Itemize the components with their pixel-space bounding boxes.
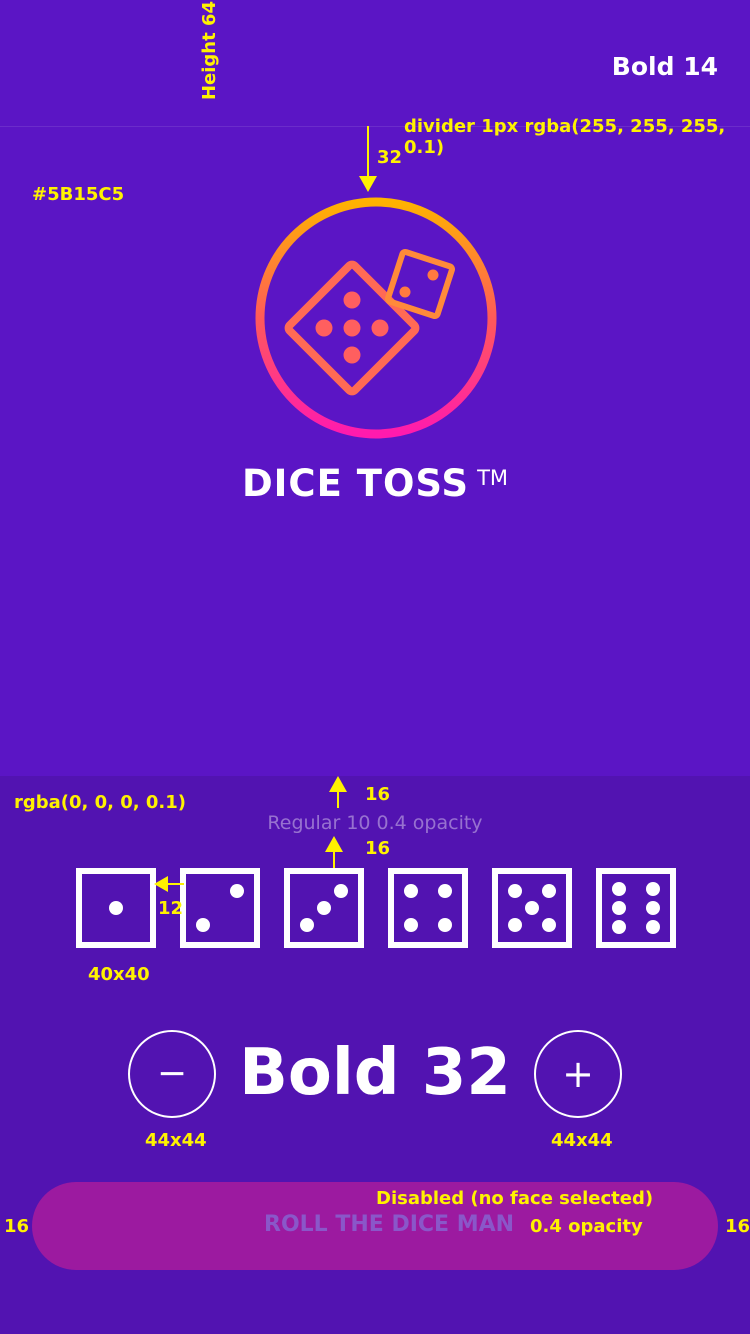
die-face-1-button[interactable] (76, 868, 156, 948)
spec-plus-size: 44x44 (551, 1130, 613, 1151)
dice-logo-icon (255, 197, 497, 439)
die-face-6-button[interactable] (596, 868, 676, 948)
spec-margin-right: 16 (725, 1216, 750, 1237)
die-face-6-icon (596, 868, 676, 948)
die-face-4-button[interactable] (388, 868, 468, 948)
spec-die-gap: 12 (158, 898, 184, 919)
die-face-2-button[interactable] (180, 868, 260, 948)
die-face-3-button[interactable] (284, 868, 364, 948)
spec-divider: divider 1px rgba(255, 255, 255, 0.1) (404, 116, 726, 158)
trademark-symbol: TM (477, 466, 509, 490)
spec-arrow-left (154, 876, 184, 892)
spec-header-height: Height 64 (199, 0, 221, 101)
spec-bg-color: #5B15C5 (32, 184, 125, 205)
die-face-2-icon (180, 868, 260, 948)
plus-icon: + (562, 1052, 594, 1096)
spec-header-font: Bold 14 (611, 52, 718, 81)
spec-gap-top: 16 (365, 784, 391, 805)
roll-dice-label: ROLL THE DICE MAN (264, 1212, 515, 1237)
spec-gap-bottom: 16 (365, 838, 391, 859)
spec-die-size: 40x40 (88, 964, 150, 985)
spec-gap-logo: 32 (377, 147, 403, 168)
app-title: DICE TOSS TM (0, 462, 750, 505)
spec-opacity: 0.4 opacity (530, 1216, 643, 1237)
spec-panel-bg: rgba(0, 0, 0, 0.1) (14, 792, 187, 813)
increase-button[interactable]: + (534, 1030, 622, 1118)
spec-arrow-up-1 (329, 776, 347, 808)
die-face-5-button[interactable] (492, 868, 572, 948)
panel-hint-text: Regular 10 0.4 opacity (267, 812, 483, 834)
spec-disabled-state: Disabled (no face selected) (376, 1188, 654, 1209)
die-face-4-icon (388, 868, 468, 948)
spec-minus-size: 44x44 (145, 1130, 207, 1151)
app-title-text: DICE TOSS (241, 462, 470, 505)
spec-margin-left: 16 (4, 1216, 30, 1237)
die-face-3-icon (284, 868, 364, 948)
die-face-1-icon (76, 868, 156, 948)
die-face-5-icon (492, 868, 572, 948)
spec-arrow-up-2 (325, 836, 343, 868)
dice-count-value: Bold 32 (239, 1036, 511, 1110)
